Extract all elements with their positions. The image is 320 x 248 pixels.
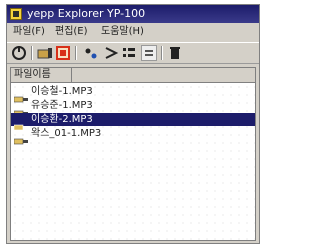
list-item[interactable]: 왁스_01-1.MP3 xyxy=(11,127,255,145)
mp3-file-icon xyxy=(13,130,28,145)
menu-edit[interactable]: 편집(E) xyxy=(55,25,88,39)
column-header-label: 파일이름 xyxy=(14,69,51,80)
record-icon[interactable] xyxy=(55,45,71,61)
file-name: 이승철-1.MP3 xyxy=(31,86,93,97)
view-icon[interactable] xyxy=(141,45,157,61)
menu-file[interactable]: 파일(F) xyxy=(13,25,45,39)
app-window: yepp Explorer YP-100 파일(F) 편집(E) 도움말(H) xyxy=(6,4,260,244)
window-title: yepp Explorer YP-100 xyxy=(27,7,146,20)
delete-icon[interactable] xyxy=(167,45,183,61)
column-divider[interactable] xyxy=(71,68,72,82)
column-header-name[interactable]: 파일이름 xyxy=(11,68,255,83)
title-bar[interactable]: yepp Explorer YP-100 xyxy=(7,5,259,23)
list-item[interactable]: 이승철-1.MP3 xyxy=(11,85,255,103)
folder-download-icon[interactable] xyxy=(37,45,53,61)
file-name: 유승준-1.MP3 xyxy=(31,100,93,111)
menu-help[interactable]: 도움말(H) xyxy=(101,25,144,39)
mp3-file-icon xyxy=(13,116,28,131)
list-item[interactable]: 유승준-1.MP3 xyxy=(11,99,255,117)
mp3-file-icon xyxy=(13,88,28,103)
move-icon[interactable] xyxy=(83,45,99,61)
menu-bar: 파일(F) 편집(E) 도움말(H) xyxy=(7,24,259,40)
toolbar xyxy=(7,42,259,64)
toolbar-separator xyxy=(75,46,77,60)
sort-icon[interactable] xyxy=(103,45,119,61)
mp3-file-icon xyxy=(13,102,28,117)
list-item-selected[interactable]: 이승환-2.MP3 xyxy=(11,113,255,131)
toolbar-separator xyxy=(31,46,33,60)
connect-icon[interactable] xyxy=(11,45,27,61)
file-list-panel[interactable]: 파일이름 이승철-1.MP3 유승준-1.MP3 이승환-2.MP3 왁스_01… xyxy=(10,67,256,241)
app-logo-icon xyxy=(10,8,22,20)
file-name: 이승환-2.MP3 xyxy=(31,114,93,125)
list-icon[interactable] xyxy=(121,45,137,61)
file-name: 왁스_01-1.MP3 xyxy=(31,128,102,139)
toolbar-separator xyxy=(161,46,163,60)
